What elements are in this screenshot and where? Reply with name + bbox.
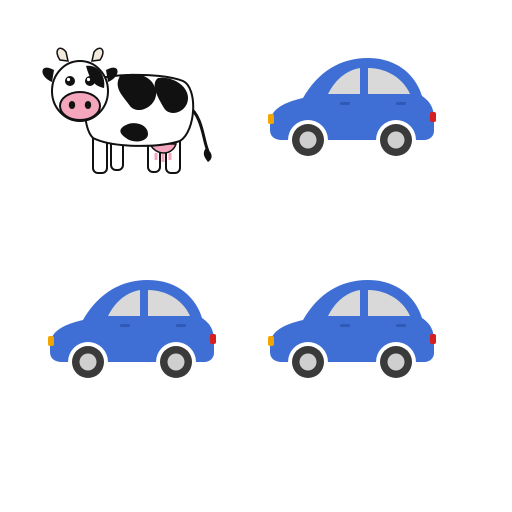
tile-car[interactable]	[258, 36, 438, 186]
car-icon	[48, 280, 216, 382]
car-icon	[268, 58, 436, 160]
image-grid	[0, 0, 512, 512]
tile-car[interactable]	[258, 258, 438, 408]
tile-cow[interactable]	[38, 36, 218, 186]
car-icon	[268, 280, 436, 382]
tile-car[interactable]	[38, 258, 218, 408]
cow-icon	[42, 47, 212, 174]
